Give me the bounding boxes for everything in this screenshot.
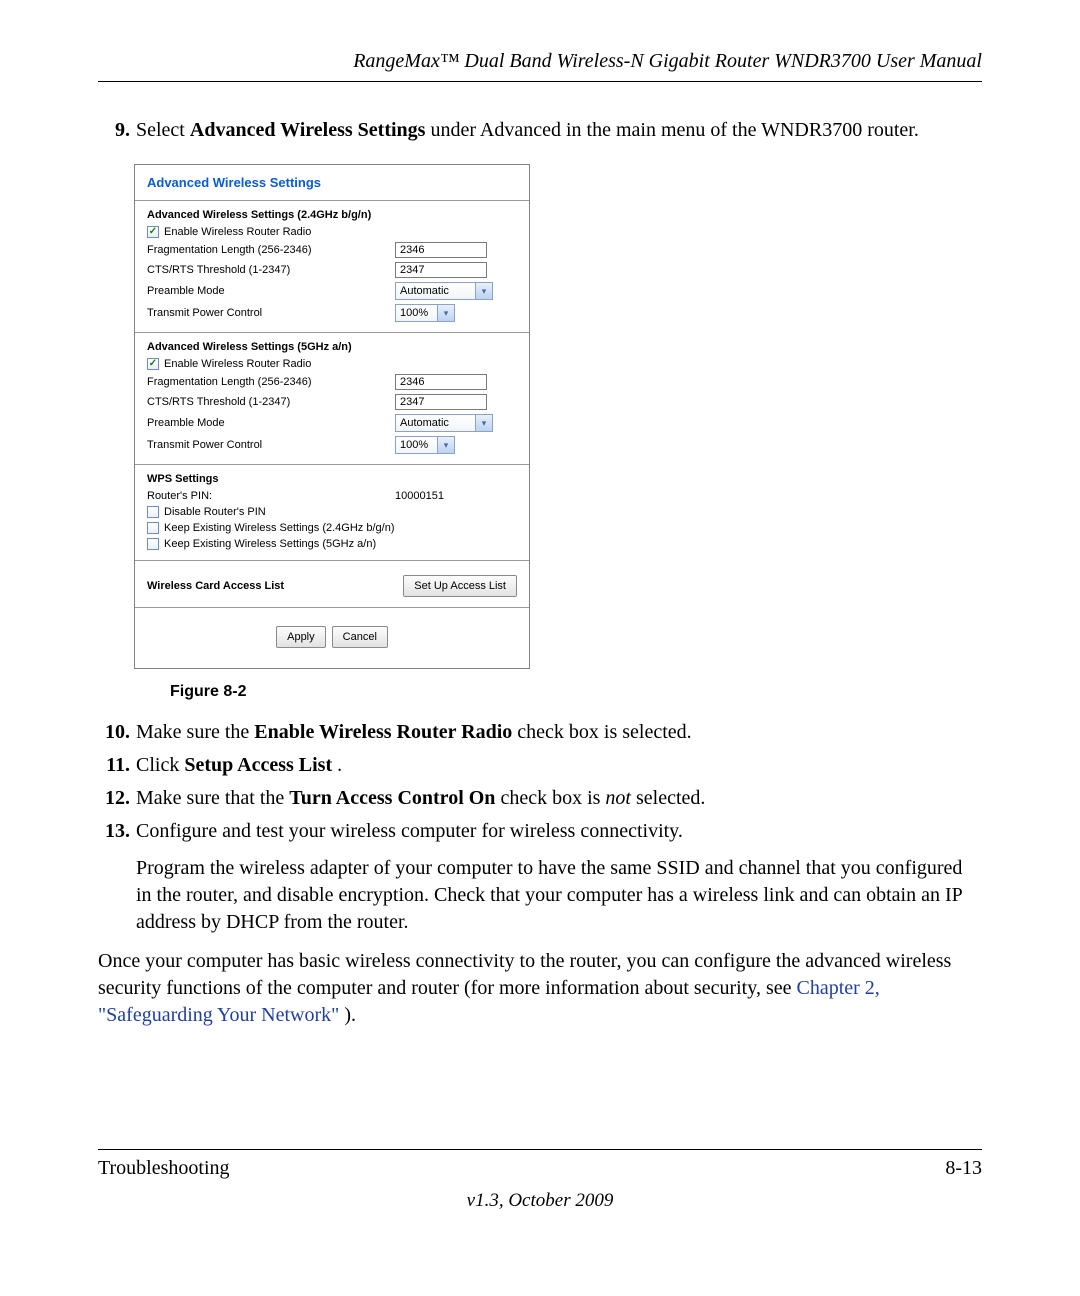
router-pin-value: 10000151 xyxy=(395,490,517,502)
preamble-24-select[interactable]: Automatic ▾ xyxy=(395,282,493,300)
cts-5-input[interactable]: 2347 xyxy=(395,394,487,410)
header-rule xyxy=(98,81,982,82)
enable-radio-24-checkbox[interactable] xyxy=(147,226,159,238)
footer-rule xyxy=(98,1149,982,1150)
frag-24-input[interactable]: 2346 xyxy=(395,242,487,258)
step-subpara: Program the wireless adapter of your com… xyxy=(136,855,982,936)
section-heading-wps: WPS Settings xyxy=(147,473,517,485)
preamble-24-value: Automatic xyxy=(396,285,475,297)
step-number: 13. xyxy=(98,818,136,936)
enable-radio-5-label: Enable Wireless Router Radio xyxy=(164,358,517,370)
step-number: 9. xyxy=(98,117,136,144)
txpower-24-select[interactable]: 100% ▾ xyxy=(395,304,455,322)
step-number: 10. xyxy=(98,719,136,746)
keep-24-label: Keep Existing Wireless Settings (2.4GHz … xyxy=(164,522,517,534)
chevron-down-icon: ▾ xyxy=(475,415,492,431)
step-list-continued: 10. Make sure the Enable Wireless Router… xyxy=(98,719,982,936)
para-text: ). xyxy=(344,1004,356,1026)
chevron-down-icon: ▾ xyxy=(437,305,454,321)
keep-5-label: Keep Existing Wireless Settings (5GHz a/… xyxy=(164,538,517,550)
preamble-5-select[interactable]: Automatic ▾ xyxy=(395,414,493,432)
frag-5-label: Fragmentation Length (256-2346) xyxy=(147,376,395,388)
cts-24-input[interactable]: 2347 xyxy=(395,262,487,278)
router-settings-screenshot: Advanced Wireless Settings Advanced Wire… xyxy=(134,164,530,669)
step-text: under Advanced in the main menu of the W… xyxy=(430,119,918,141)
txpower-5-select[interactable]: 100% ▾ xyxy=(395,436,455,454)
preamble-24-label: Preamble Mode xyxy=(147,285,395,297)
cts-24-label: CTS/RTS Threshold (1-2347) xyxy=(147,264,395,276)
frag-5-input[interactable]: 2346 xyxy=(395,374,487,390)
step-text: check box is selected. xyxy=(517,721,691,743)
footer-section: Troubleshooting xyxy=(98,1157,230,1180)
section-heading-24ghz: Advanced Wireless Settings (2.4GHz b/g/n… xyxy=(147,209,517,221)
txpower-24-value: 100% xyxy=(396,307,437,319)
step-number: 11. xyxy=(98,752,136,779)
step-text: check box is xyxy=(500,787,605,809)
closing-paragraph: Once your computer has basic wireless co… xyxy=(98,948,982,1029)
figure-caption: Figure 8-2 xyxy=(170,683,982,701)
step-text: Make sure the xyxy=(136,721,254,743)
step-12: 12. Make sure that the Turn Access Contr… xyxy=(98,785,982,812)
txpower-5-value: 100% xyxy=(396,439,437,451)
router-pin-label: Router's PIN: xyxy=(147,490,395,502)
step-text: Click xyxy=(136,754,184,776)
step-text: Make sure that the xyxy=(136,787,289,809)
step-italic: not xyxy=(605,787,631,809)
apply-button[interactable]: Apply xyxy=(276,626,326,648)
step-text: Configure and test your wireless compute… xyxy=(136,820,683,842)
txpower-24-label: Transmit Power Control xyxy=(147,307,395,319)
step-text: Select xyxy=(136,119,190,141)
step-10: 10. Make sure the Enable Wireless Router… xyxy=(98,719,982,746)
setup-access-list-button[interactable]: Set Up Access List xyxy=(403,575,517,597)
step-bold: Turn Access Control On xyxy=(289,787,495,809)
keep-24-checkbox[interactable] xyxy=(147,522,159,534)
step-bold: Setup Access List xyxy=(184,754,332,776)
step-11: 11. Click Setup Access List . xyxy=(98,752,982,779)
chevron-down-icon: ▾ xyxy=(475,283,492,299)
chevron-down-icon: ▾ xyxy=(437,437,454,453)
preamble-5-label: Preamble Mode xyxy=(147,417,395,429)
step-text: . xyxy=(337,754,342,776)
step-13: 13. Configure and test your wireless com… xyxy=(98,818,982,936)
cancel-button[interactable]: Cancel xyxy=(332,626,388,648)
preamble-5-value: Automatic xyxy=(396,417,475,429)
footer-page: 8-13 xyxy=(945,1157,982,1180)
step-bold: Advanced Wireless Settings xyxy=(190,119,426,141)
txpower-5-label: Transmit Power Control xyxy=(147,439,395,451)
step-9: 9. Select Advanced Wireless Settings und… xyxy=(98,117,982,144)
keep-5-checkbox[interactable] xyxy=(147,538,159,550)
footer-version: v1.3, October 2009 xyxy=(0,1190,1080,1212)
enable-radio-24-label: Enable Wireless Router Radio xyxy=(164,226,517,238)
cts-5-label: CTS/RTS Threshold (1-2347) xyxy=(147,396,395,408)
step-text: selected. xyxy=(636,787,705,809)
step-bold: Enable Wireless Router Radio xyxy=(254,721,512,743)
frag-24-label: Fragmentation Length (256-2346) xyxy=(147,244,395,256)
access-list-label: Wireless Card Access List xyxy=(147,580,284,592)
step-number: 12. xyxy=(98,785,136,812)
doc-header-title: RangeMax™ Dual Band Wireless-N Gigabit R… xyxy=(98,50,982,73)
panel-title: Advanced Wireless Settings xyxy=(147,175,517,190)
disable-pin-checkbox[interactable] xyxy=(147,506,159,518)
step-list: 9. Select Advanced Wireless Settings und… xyxy=(98,117,982,144)
enable-radio-5-checkbox[interactable] xyxy=(147,358,159,370)
section-heading-5ghz: Advanced Wireless Settings (5GHz a/n) xyxy=(147,341,517,353)
disable-pin-label: Disable Router's PIN xyxy=(164,506,517,518)
